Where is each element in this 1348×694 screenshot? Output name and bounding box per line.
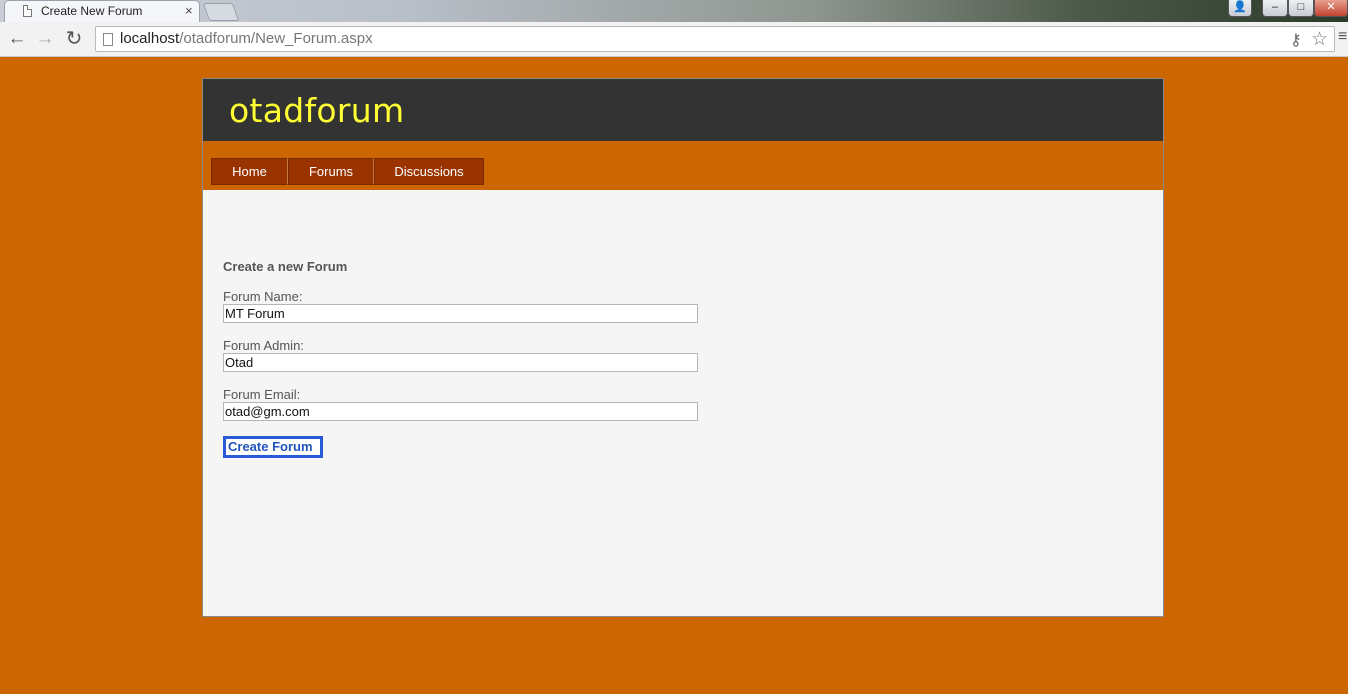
back-button[interactable]: ← <box>5 27 29 51</box>
create-forum-button[interactable]: Create Forum <box>223 436 323 458</box>
main-menu: Home Forums Discussions <box>211 158 484 185</box>
site-title: otadforum <box>229 91 405 130</box>
url-path: /otadforum/New_Forum.aspx <box>179 30 373 47</box>
key-icon[interactable]: ⚷ <box>1290 30 1302 50</box>
user-icon[interactable]: 👤 <box>1228 0 1252 17</box>
browser-tab[interactable]: Create New Forum × <box>4 0 200 22</box>
forum-email-label: Forum Email: <box>223 387 301 402</box>
menu-band: Home Forums Discussions <box>203 141 1163 190</box>
forum-name-label: Forum Name: <box>223 289 303 304</box>
new-tab-button[interactable] <box>202 3 240 21</box>
browser-toolbar: ← → ↻ localhost/otadforum/New_Forum.aspx… <box>0 22 1348 57</box>
reload-button[interactable]: ↻ <box>62 27 86 51</box>
main-content: Create a new Forum Forum Name: MT Forum … <box>203 190 1163 616</box>
form-heading: Create a new Forum <box>223 259 348 274</box>
page-icon <box>23 5 32 17</box>
page-container: otadforum Home Forums Discussions Create… <box>202 78 1164 617</box>
forward-button[interactable]: → <box>33 27 57 51</box>
forum-name-input[interactable]: MT Forum <box>223 304 698 323</box>
url-text: localhost/otadforum/New_Forum.aspx <box>120 30 373 47</box>
browser-menu-icon[interactable]: ≡ <box>1338 29 1347 45</box>
tab-close-icon[interactable]: × <box>185 3 193 19</box>
minimize-button[interactable]: – <box>1262 0 1288 17</box>
menu-item-forums[interactable]: Forums <box>288 158 374 185</box>
maximize-button[interactable]: □ <box>1288 0 1314 17</box>
menu-item-home[interactable]: Home <box>211 158 288 185</box>
menu-item-discussions[interactable]: Discussions <box>374 158 484 185</box>
forum-admin-label: Forum Admin: <box>223 338 304 353</box>
forum-email-input[interactable]: otad@gm.com <box>223 402 698 421</box>
page-icon <box>103 33 113 46</box>
close-window-button[interactable]: ✕ <box>1314 0 1348 17</box>
url-host: localhost <box>120 30 180 47</box>
bookmark-star-icon[interactable]: ☆ <box>1311 28 1328 51</box>
tab-title: Create New Forum <box>41 4 143 18</box>
browser-titlebar: Create New Forum × 👤 – □ ✕ <box>0 0 1348 22</box>
forum-admin-input[interactable]: Otad <box>223 353 698 372</box>
site-header: otadforum <box>203 79 1163 141</box>
address-bar[interactable]: localhost/otadforum/New_Forum.aspx ⚷ ☆ <box>95 26 1335 52</box>
